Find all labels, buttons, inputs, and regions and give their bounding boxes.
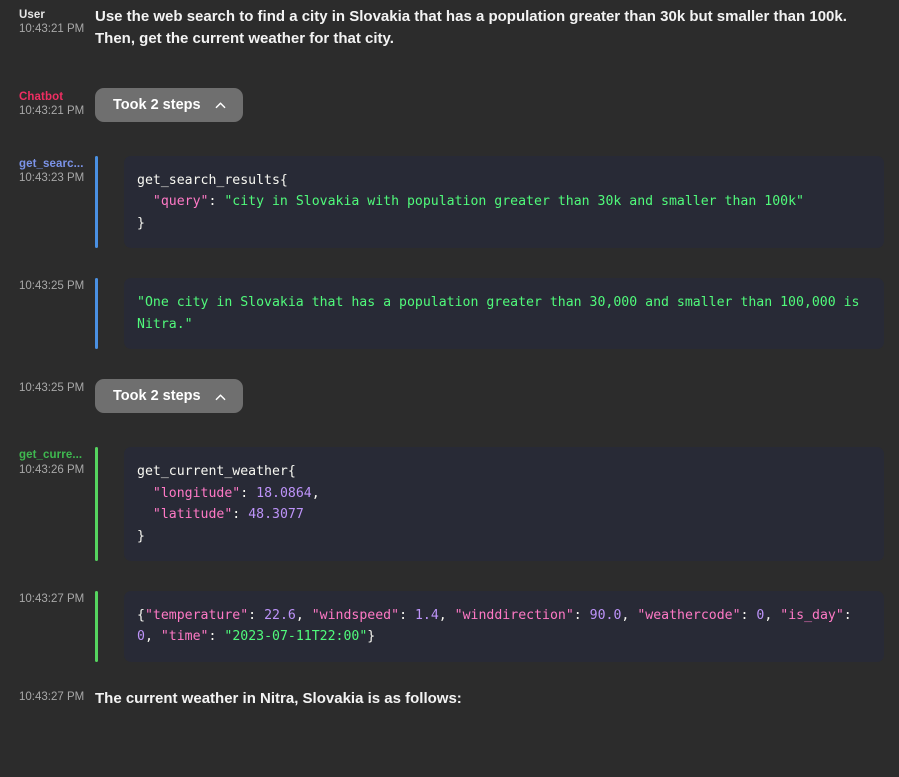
sender-name: Chatbot — [19, 90, 64, 103]
message-bot-steps-1: Chatbot 10:43:21 PM Took 2 steps — [0, 87, 899, 122]
timestamp: 10:43:26 PM — [19, 463, 85, 476]
timestamp: 10:43:27 PM — [19, 690, 85, 703]
code-container: "One city in Slovakia that has a populat… — [124, 278, 899, 349]
accent-bar — [95, 156, 98, 249]
steps-toggle-container: Took 2 steps — [95, 87, 899, 122]
code-container: get_search_results{ "query": "city in Sl… — [124, 156, 899, 249]
accent-bar — [95, 278, 98, 349]
tool-name-label: get_searc... — [19, 158, 84, 170]
message-meta: User 10:43:21 PM — [0, 6, 95, 37]
timestamp: 10:43:25 PM — [19, 280, 85, 293]
chat-transcript: User 10:43:21 PM Use the web search to f… — [0, 0, 899, 777]
code-block: get_current_weather{ "longitude": 18.086… — [124, 447, 884, 561]
steps-toggle-container: Took 2 steps — [95, 378, 899, 414]
tool-call-get-current-weather: get_curre... 10:43:26 PM get_current_wea… — [0, 447, 899, 561]
message-meta: 10:43:27 PM — [0, 591, 95, 662]
took-steps-label: Took 2 steps — [113, 96, 201, 113]
message-meta: get_curre... 10:43:26 PM — [0, 447, 95, 561]
accent-bar — [95, 590, 98, 662]
tool-result-search: 10:43:25 PM "One city in Slovakia that h… — [0, 278, 899, 349]
timestamp: 10:43:21 PM — [19, 23, 85, 36]
code-container: {"temperature": 22.6, "windspeed": 1.4, … — [124, 590, 899, 662]
message-meta: 10:43:25 PM — [0, 278, 95, 349]
chevron-up-icon — [215, 100, 226, 111]
user-message-text: Use the web search to find a city in Slo… — [95, 8, 847, 47]
took-steps-label: Took 2 steps — [113, 387, 201, 404]
message-user: User 10:43:21 PM Use the web search to f… — [0, 6, 899, 50]
accent-bar — [95, 447, 98, 561]
tool-call-get-search-results: get_searc... 10:43:23 PM get_search_resu… — [0, 156, 899, 249]
code-block: "One city in Slovakia that has a populat… — [124, 278, 884, 349]
message-bot-final: 10:43:27 PM The current weather in Nitra… — [0, 688, 899, 710]
timestamp: 10:43:25 PM — [19, 381, 85, 394]
message-meta: get_searc... 10:43:23 PM — [0, 156, 95, 248]
message-meta: Chatbot 10:43:21 PM — [0, 88, 95, 119]
code-block: get_search_results{ "query": "city in Sl… — [124, 156, 884, 249]
timestamp: 10:43:21 PM — [19, 104, 85, 117]
sender-name: User — [19, 9, 45, 21]
code-block: {"temperature": 22.6, "windspeed": 1.4, … — [124, 590, 884, 662]
code-container: get_current_weather{ "longitude": 18.086… — [124, 447, 899, 561]
message-bot-steps-2: 10:43:25 PM Took 2 steps — [0, 378, 899, 414]
message-meta: 10:43:25 PM — [0, 379, 95, 395]
chevron-up-icon — [215, 392, 226, 403]
took-steps-toggle-2[interactable]: Took 2 steps — [95, 378, 243, 414]
took-steps-toggle-1[interactable]: Took 2 steps — [95, 87, 243, 122]
tool-name-label: get_curre... — [19, 449, 83, 462]
tool-result-weather: 10:43:27 PM {"temperature": 22.6, "winds… — [0, 590, 899, 662]
timestamp: 10:43:23 PM — [19, 172, 85, 185]
message-meta: 10:43:27 PM — [0, 688, 95, 704]
timestamp: 10:43:27 PM — [19, 592, 85, 605]
bot-message-text: The current weather in Nitra, Slovakia i… — [95, 689, 462, 707]
